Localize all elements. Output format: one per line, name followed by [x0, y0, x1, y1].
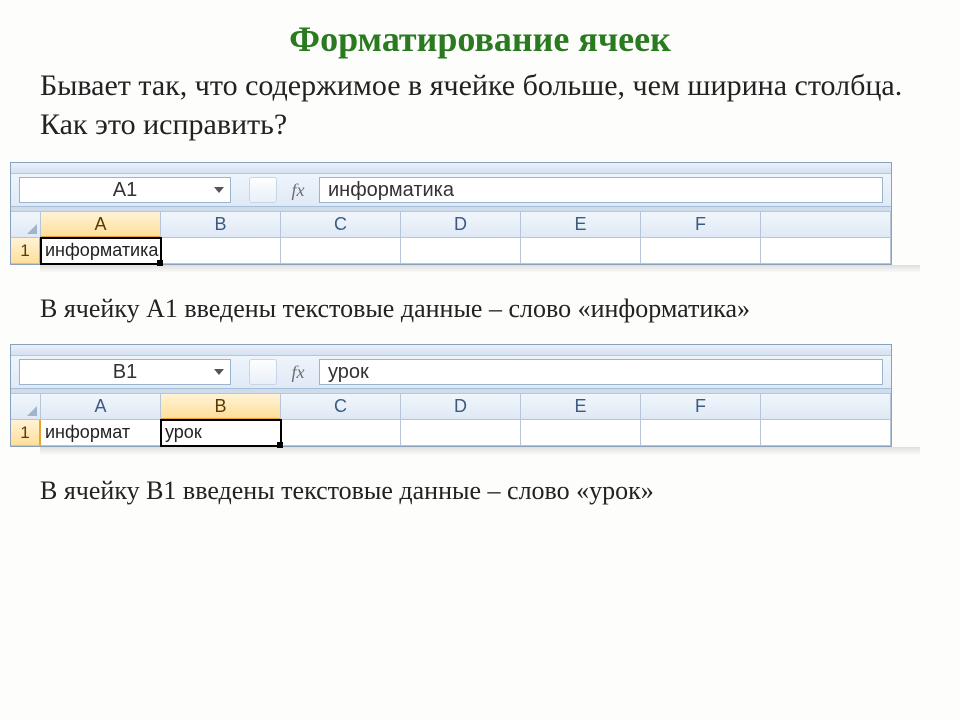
- cell-F1[interactable]: [641, 420, 761, 446]
- formula-value: информатика: [328, 179, 454, 202]
- cell-end[interactable]: [761, 238, 891, 264]
- col-header-F[interactable]: F: [641, 212, 761, 238]
- col-header-F[interactable]: F: [641, 394, 761, 420]
- col-header-A[interactable]: A: [41, 394, 161, 420]
- cell-A1-text: информатика: [45, 240, 158, 261]
- caption-2: В ячейку В1 введены текстовые данные – с…: [40, 473, 920, 508]
- col-header-B[interactable]: B: [161, 394, 281, 420]
- cell-C1[interactable]: [281, 238, 401, 264]
- cell-D1[interactable]: [401, 420, 521, 446]
- cell-D1[interactable]: [401, 238, 521, 264]
- col-header-E[interactable]: E: [521, 394, 641, 420]
- col-header-D[interactable]: D: [401, 394, 521, 420]
- chevron-down-icon[interactable]: [212, 365, 226, 379]
- ribbon-strip: [11, 163, 891, 174]
- fx-icon[interactable]: fx: [281, 177, 315, 203]
- intro-text: Бывает так, что содержимое в ячейке боль…: [40, 66, 920, 144]
- cell-A1[interactable]: информатика: [41, 238, 161, 264]
- name-box[interactable]: B1: [19, 359, 231, 385]
- col-header-A[interactable]: A: [41, 212, 161, 238]
- col-header-B[interactable]: B: [161, 212, 281, 238]
- cell-E1[interactable]: [521, 420, 641, 446]
- cancel-icon[interactable]: [249, 359, 277, 385]
- excel-screenshot-1: A1 fx информатика A B C D E F 1 информат…: [10, 162, 892, 265]
- name-box-value: A1: [113, 179, 137, 202]
- ribbon-strip: [11, 345, 891, 356]
- cell-F1[interactable]: [641, 238, 761, 264]
- col-header-end: [761, 394, 891, 420]
- col-header-D[interactable]: D: [401, 212, 521, 238]
- cell-A1[interactable]: информат: [41, 420, 161, 446]
- row-header-1[interactable]: 1: [11, 238, 41, 264]
- select-all-corner[interactable]: [11, 212, 41, 238]
- formula-bar: B1 fx урок: [11, 356, 891, 389]
- formula-value: урок: [328, 361, 369, 384]
- cancel-icon[interactable]: [249, 177, 277, 203]
- formula-input[interactable]: информатика: [319, 177, 883, 203]
- name-box-value: B1: [113, 361, 137, 384]
- fx-icon[interactable]: fx: [281, 359, 315, 385]
- row-header-1[interactable]: 1: [11, 420, 41, 446]
- formula-bar: A1 fx информатика: [11, 174, 891, 207]
- cell-B1-text: урок: [165, 422, 202, 443]
- cell-B1[interactable]: [161, 238, 281, 264]
- cell-E1[interactable]: [521, 238, 641, 264]
- col-header-C[interactable]: C: [281, 394, 401, 420]
- spreadsheet-grid: A B C D E F 1 информатика: [11, 212, 891, 264]
- col-header-end: [761, 212, 891, 238]
- col-header-C[interactable]: C: [281, 212, 401, 238]
- select-all-corner[interactable]: [11, 394, 41, 420]
- cell-B1[interactable]: урок: [161, 420, 281, 446]
- formula-input[interactable]: урок: [319, 359, 883, 385]
- col-header-E[interactable]: E: [521, 212, 641, 238]
- page-title: Форматирование ячеек: [40, 18, 920, 60]
- spreadsheet-grid: A B C D E F 1 информат урок: [11, 394, 891, 446]
- excel-screenshot-2: B1 fx урок A B C D E F 1 информат: [10, 344, 892, 447]
- name-box[interactable]: A1: [19, 177, 231, 203]
- cell-end[interactable]: [761, 420, 891, 446]
- chevron-down-icon[interactable]: [212, 183, 226, 197]
- cell-A1-text: информат: [45, 422, 130, 443]
- caption-1: В ячейку А1 введены текстовые данные – с…: [40, 291, 920, 326]
- cell-C1[interactable]: [281, 420, 401, 446]
